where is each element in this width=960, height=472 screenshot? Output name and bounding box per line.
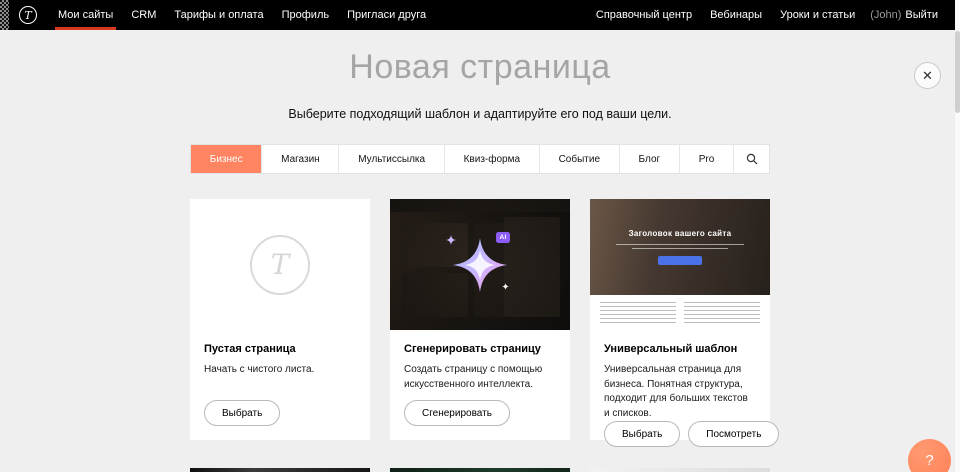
preview-cta-button: [658, 256, 702, 265]
choose-blank-button[interactable]: Выбрать: [204, 400, 280, 426]
choose-template-button[interactable]: Выбрать: [604, 421, 680, 447]
universal-template-preview[interactable]: Заголовок вашего сайта: [590, 199, 770, 330]
tilda-logo[interactable]: T: [19, 6, 37, 24]
nav-webinars[interactable]: Вебинары: [701, 0, 771, 30]
page-subtitle: Выберите подходящий шаблон и адаптируйте…: [0, 107, 960, 121]
close-icon: ✕: [922, 69, 933, 82]
card-description: Создать страницу с помощью искусственног…: [404, 363, 556, 392]
preview-site-title: Заголовок вашего сайта: [629, 229, 732, 238]
nav-lessons[interactable]: Уроки и статьи: [771, 0, 864, 30]
tilda-mark-icon: T: [250, 235, 310, 295]
nav-invite-friend[interactable]: Пригласи друга: [338, 0, 435, 30]
card-description: Начать с чистого листа.: [204, 363, 356, 378]
small-sparkle-icon: [446, 235, 456, 245]
nav-left: Мои сайты CRM Тарифы и оплата Профиль Пр…: [49, 0, 435, 30]
card-blank-page: T Пустая страница Начать с чистого листа…: [190, 199, 370, 440]
ai-generate-preview[interactable]: AI: [390, 199, 570, 330]
page-title: Новая страница: [0, 48, 960, 87]
sparkle-star-icon: [453, 238, 507, 292]
nav-crm[interactable]: CRM: [122, 0, 165, 30]
template-preview-partial[interactable]: [390, 468, 570, 472]
nav-profile[interactable]: Профиль: [273, 0, 339, 30]
tab-quiz-form[interactable]: Квиз-форма: [444, 145, 539, 173]
tab-blog[interactable]: Блог: [619, 145, 679, 173]
nav-my-sites[interactable]: Мои сайты: [49, 0, 122, 30]
tilda-logo-letter: T: [24, 10, 31, 21]
card-title: Сгенерировать страницу: [404, 343, 556, 355]
tab-multilink[interactable]: Мультиссылка: [338, 145, 443, 173]
card-universal-template: Заголовок вашего сайта Универсальный шаб…: [590, 199, 770, 440]
card-description: Универсальная страница для бизнеса. Поня…: [604, 363, 756, 421]
card-title: Пустая страница: [204, 343, 356, 355]
tab-pro[interactable]: Pro: [679, 145, 733, 173]
tab-business[interactable]: Бизнес: [191, 145, 261, 173]
nav-help-center[interactable]: Справочный центр: [587, 0, 701, 30]
template-cards-row-2: [190, 468, 770, 472]
texture-pattern: [0, 0, 9, 30]
nav-logout[interactable]: (John) Выйти: [864, 0, 946, 30]
template-category-tabs: Бизнес Магазин Мультиссылка Квиз-форма С…: [190, 144, 770, 174]
ai-badge: AI: [496, 232, 510, 243]
new-page-modal: ✕ Новая страница Выберите подходящий шаб…: [0, 48, 960, 472]
search-icon: [746, 153, 758, 165]
template-preview-partial[interactable]: [590, 468, 770, 472]
user-name: (John): [870, 9, 903, 21]
tab-event[interactable]: Событие: [539, 145, 619, 173]
nav-right: Справочный центр Вебинары Уроки и статьи…: [587, 0, 946, 30]
help-button[interactable]: ?: [908, 439, 951, 472]
template-cards-row-1: T Пустая страница Начать с чистого листа…: [190, 199, 770, 440]
small-sparkle-icon: [502, 283, 509, 290]
card-title: Универсальный шаблон: [604, 343, 756, 355]
tab-search[interactable]: [733, 145, 769, 173]
scrollbar-thumb[interactable]: [955, 31, 960, 113]
logout-link[interactable]: Выйти: [903, 9, 940, 21]
card-generate-page: AI Сгенерировать страницу Создать страни…: [390, 199, 570, 440]
generate-button[interactable]: Сгенерировать: [404, 400, 510, 426]
page-scrollbar[interactable]: [955, 0, 960, 472]
top-bar: T Мои сайты CRM Тарифы и оплата Профиль …: [0, 0, 960, 30]
blank-page-preview[interactable]: T: [190, 199, 370, 330]
question-icon: ?: [925, 452, 933, 469]
view-template-button[interactable]: Посмотреть: [688, 421, 779, 447]
close-button[interactable]: ✕: [914, 62, 941, 89]
nav-tariffs[interactable]: Тарифы и оплата: [165, 0, 272, 30]
template-preview-partial[interactable]: [190, 468, 370, 472]
tab-shop[interactable]: Магазин: [261, 145, 338, 173]
